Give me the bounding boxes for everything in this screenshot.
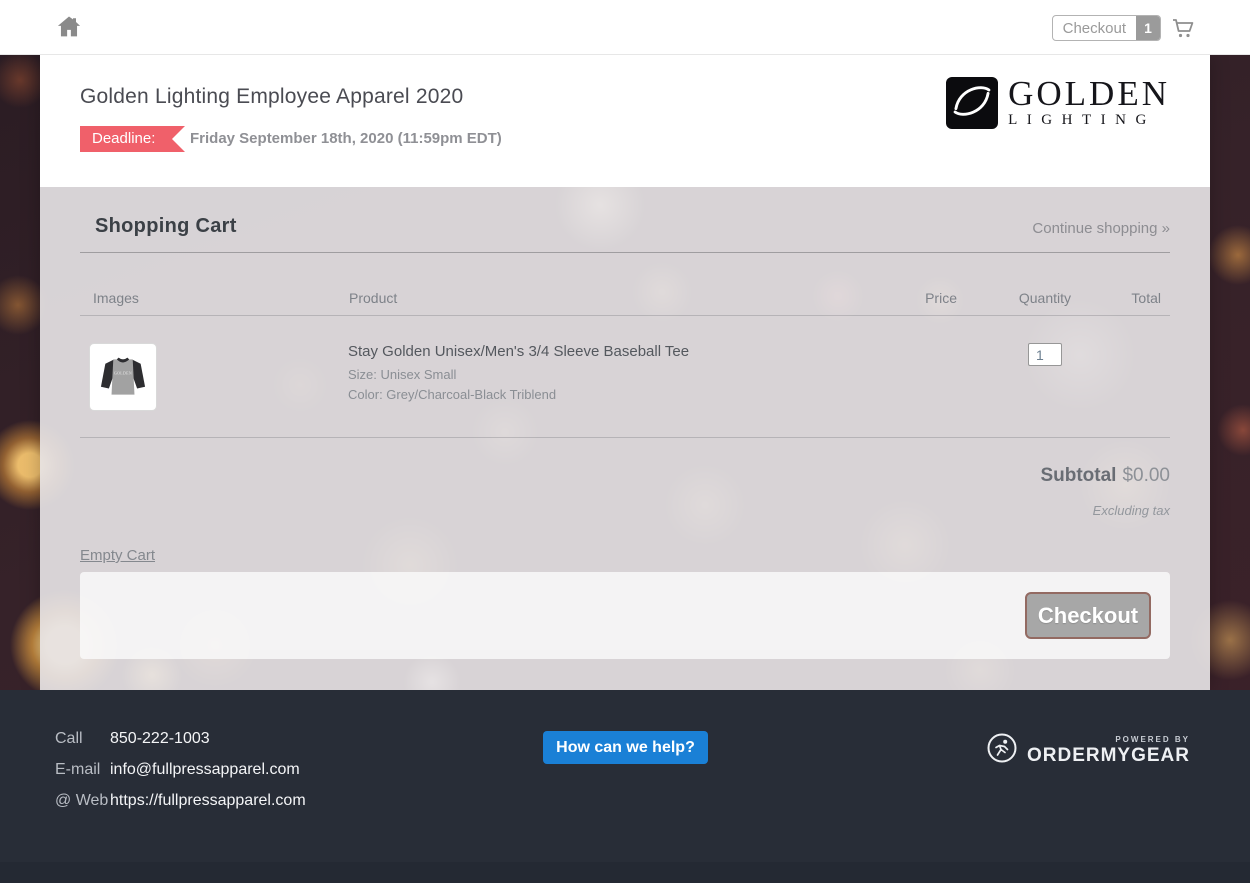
continue-shopping-link[interactable]: Continue shopping » [1032, 220, 1170, 237]
column-header-product: Product [349, 290, 397, 306]
home-button[interactable] [55, 13, 85, 43]
logo-subtitle: LIGHTING [1008, 112, 1156, 129]
divider [80, 252, 1170, 253]
ordermygear-text: POWERED BY ORDERMYGEAR [1027, 735, 1190, 767]
quantity-input[interactable] [1028, 343, 1062, 366]
column-header-images: Images [93, 290, 139, 306]
ordermygear-logo[interactable]: POWERED BY ORDERMYGEAR [986, 732, 1190, 769]
topbar-actions: Checkout 1 [1052, 15, 1195, 41]
divider [80, 315, 1170, 316]
product-name: Stay Golden Unisex/Men's 3/4 Sleeve Base… [348, 343, 689, 360]
tax-note: Excluding tax [1093, 503, 1170, 518]
subtotal-value: $0.00 [1122, 465, 1170, 486]
runner-icon [986, 732, 1018, 769]
column-header-price: Price [925, 290, 957, 306]
ordermygear-brand: ORDERMYGEAR [1027, 745, 1190, 767]
cart-icon[interactable] [1171, 16, 1195, 40]
empty-cart-link[interactable]: Empty Cart [80, 547, 155, 564]
home-icon [55, 28, 83, 45]
store-card: Golden Lighting Employee Apparel 2020 De… [40, 55, 1210, 690]
footer-bottom-strip [0, 862, 1250, 883]
contact-web-link[interactable]: https://fullpressapparel.com [110, 792, 306, 810]
deadline-ribbon: Deadline: [80, 126, 185, 152]
subtotal-row: Subtotal $0.00 [1040, 465, 1170, 487]
logo-mark [946, 77, 998, 129]
footer: Call 850-222-1003 E-mail info@fullpressa… [0, 690, 1250, 862]
page: Checkout 1 Golden Lighting Employee Appa… [0, 0, 1250, 883]
column-header-quantity: Quantity [1019, 290, 1071, 306]
logo-name: GOLDEN [1008, 77, 1170, 111]
store-header: Golden Lighting Employee Apparel 2020 De… [40, 55, 1210, 187]
product-image[interactable]: GOLDEN [89, 343, 157, 411]
checkout-button[interactable]: Checkout [1025, 592, 1151, 639]
swoosh-icon [950, 79, 994, 128]
divider [80, 437, 1170, 438]
contact-label-email: E-mail [55, 761, 110, 779]
checkout-bar: Checkout [80, 572, 1170, 659]
topbar-checkout-label: Checkout [1053, 16, 1136, 40]
golden-lighting-logo: GOLDEN LIGHTING [946, 77, 1170, 129]
deadline-label: Deadline: [92, 130, 155, 147]
help-button[interactable]: How can we help? [543, 731, 708, 764]
contact-email-link[interactable]: info@fullpressapparel.com [110, 761, 300, 779]
product-size: Size: Unisex Small [348, 367, 456, 382]
logo-text: GOLDEN LIGHTING [1008, 77, 1170, 129]
cart-title: Shopping Cart [95, 215, 237, 238]
contact-row-email: E-mail info@fullpressapparel.com [55, 761, 300, 779]
contact-row-web: @ Web https://fullpressapparel.com [55, 792, 306, 810]
contact-phone: 850-222-1003 [110, 730, 210, 748]
svg-text:GOLDEN: GOLDEN [114, 371, 132, 375]
shopping-cart-panel: Shopping Cart Continue shopping » Images… [40, 187, 1210, 690]
product-color: Color: Grey/Charcoal-Black Triblend [348, 387, 556, 402]
column-header-total: Total [1131, 290, 1161, 306]
powered-by-label: POWERED BY [1115, 735, 1190, 744]
deadline-date: Friday September 18th, 2020 (11:59pm EDT… [190, 126, 502, 152]
top-bar: Checkout 1 [0, 0, 1250, 55]
contact-label-call: Call [55, 730, 110, 748]
subtotal-label: Subtotal [1040, 465, 1116, 486]
topbar-checkout-button[interactable]: Checkout 1 [1052, 15, 1161, 41]
page-title: Golden Lighting Employee Apparel 2020 [80, 85, 463, 109]
cart-count-badge: 1 [1136, 16, 1160, 40]
contact-label-web: @ Web [55, 792, 110, 810]
contact-row-phone: Call 850-222-1003 [55, 730, 210, 748]
baseball-tee-image: GOLDEN [93, 347, 153, 407]
